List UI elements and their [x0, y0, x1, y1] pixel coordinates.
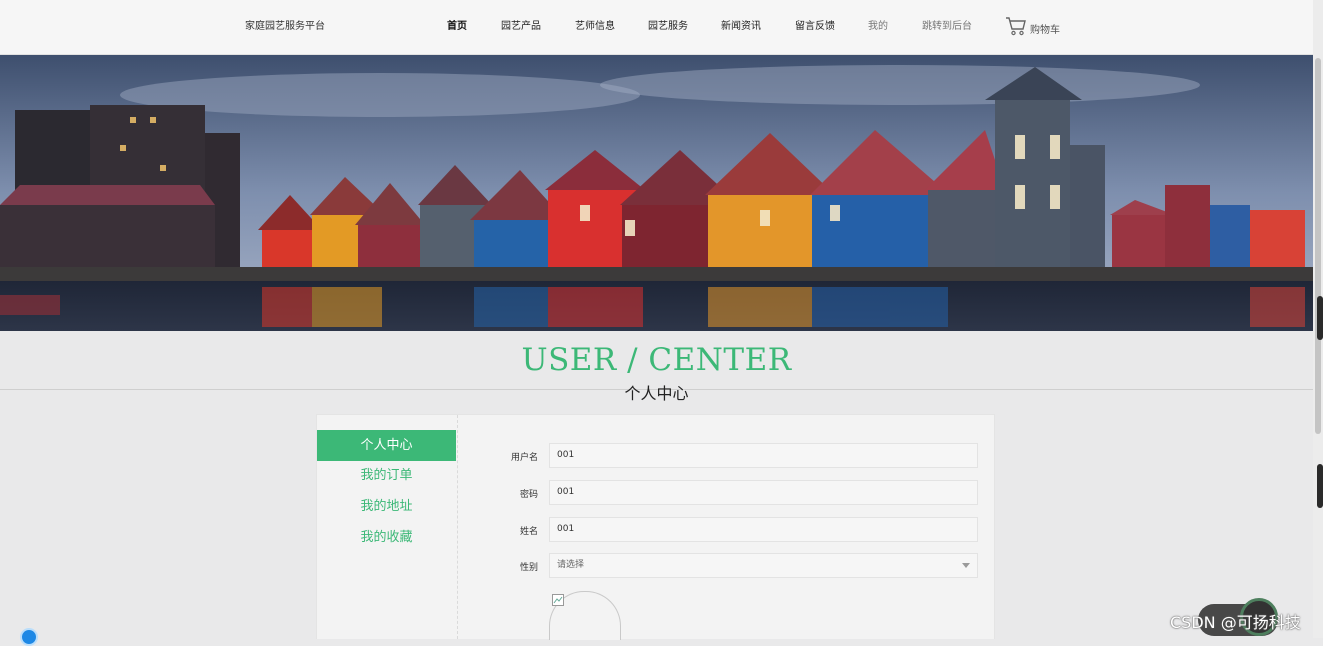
nav-services[interactable]: 园艺服务 — [648, 17, 688, 32]
section-title-cn: 个人中心 — [624, 384, 689, 403]
gender-select[interactable]: 请选择 — [549, 553, 978, 578]
side-widget-handle-2[interactable] — [1317, 464, 1323, 508]
hero-banner — [0, 55, 1313, 331]
site-brand[interactable]: 家庭园艺服务平台 — [245, 17, 325, 32]
cart-icon — [1006, 17, 1026, 36]
gender-label: 性别 — [519, 563, 538, 573]
sidebar-item-address[interactable]: 我的地址 — [317, 491, 456, 522]
side-widget-handle[interactable] — [1317, 296, 1323, 340]
floating-dot-button[interactable] — [20, 628, 38, 646]
nav-news[interactable]: 新闻资讯 — [721, 17, 761, 32]
password-label: 密码 — [519, 490, 538, 500]
nav-products[interactable]: 园艺产品 — [501, 17, 541, 32]
nav-feedback[interactable]: 留言反馈 — [795, 17, 835, 32]
cart-label: 购物车 — [1030, 25, 1060, 36]
chevron-down-icon — [962, 563, 970, 568]
name-field[interactable]: 001 — [549, 517, 978, 542]
sidebar-item-favorites[interactable]: 我的收藏 — [317, 522, 456, 553]
banner-image — [0, 55, 1313, 331]
gender-select-value: 请选择 — [557, 560, 585, 570]
password-field[interactable]: 001 — [549, 480, 978, 505]
broken-image-icon — [552, 594, 564, 606]
cart-link[interactable]: 购物车 — [1005, 14, 1060, 36]
name-label: 姓名 — [519, 527, 538, 537]
nav-gardeners[interactable]: 艺师信息 — [575, 17, 615, 32]
sidebar-item-orders[interactable]: 我的订单 — [317, 460, 456, 491]
avatar-upload[interactable] — [549, 591, 621, 640]
nav-mine[interactable]: 我的 — [868, 17, 888, 32]
watermark: CSDN @可扬科技 — [1170, 613, 1301, 632]
sidebar: 个人中心 我的订单 我的地址 我的收藏 — [317, 415, 458, 639]
nav-home[interactable]: 首页 — [447, 17, 467, 32]
user-center-panel: 个人中心 我的订单 我的地址 我的收藏 用户名 001 密码 001 姓名 00… — [316, 414, 995, 640]
nav-admin[interactable]: 跳转到后台 — [922, 17, 972, 32]
top-navbar: 家庭园艺服务平台 首页 园艺产品 艺师信息 园艺服务 新闻资讯 留言反馈 我的 … — [0, 0, 1313, 55]
scrollbar-thumb[interactable] — [1315, 58, 1321, 434]
section-title-en: USER / CENTER — [521, 342, 792, 378]
username-label: 用户名 — [510, 453, 538, 463]
username-field[interactable]: 001 — [549, 443, 978, 468]
sidebar-item-profile[interactable]: 个人中心 — [317, 430, 456, 461]
